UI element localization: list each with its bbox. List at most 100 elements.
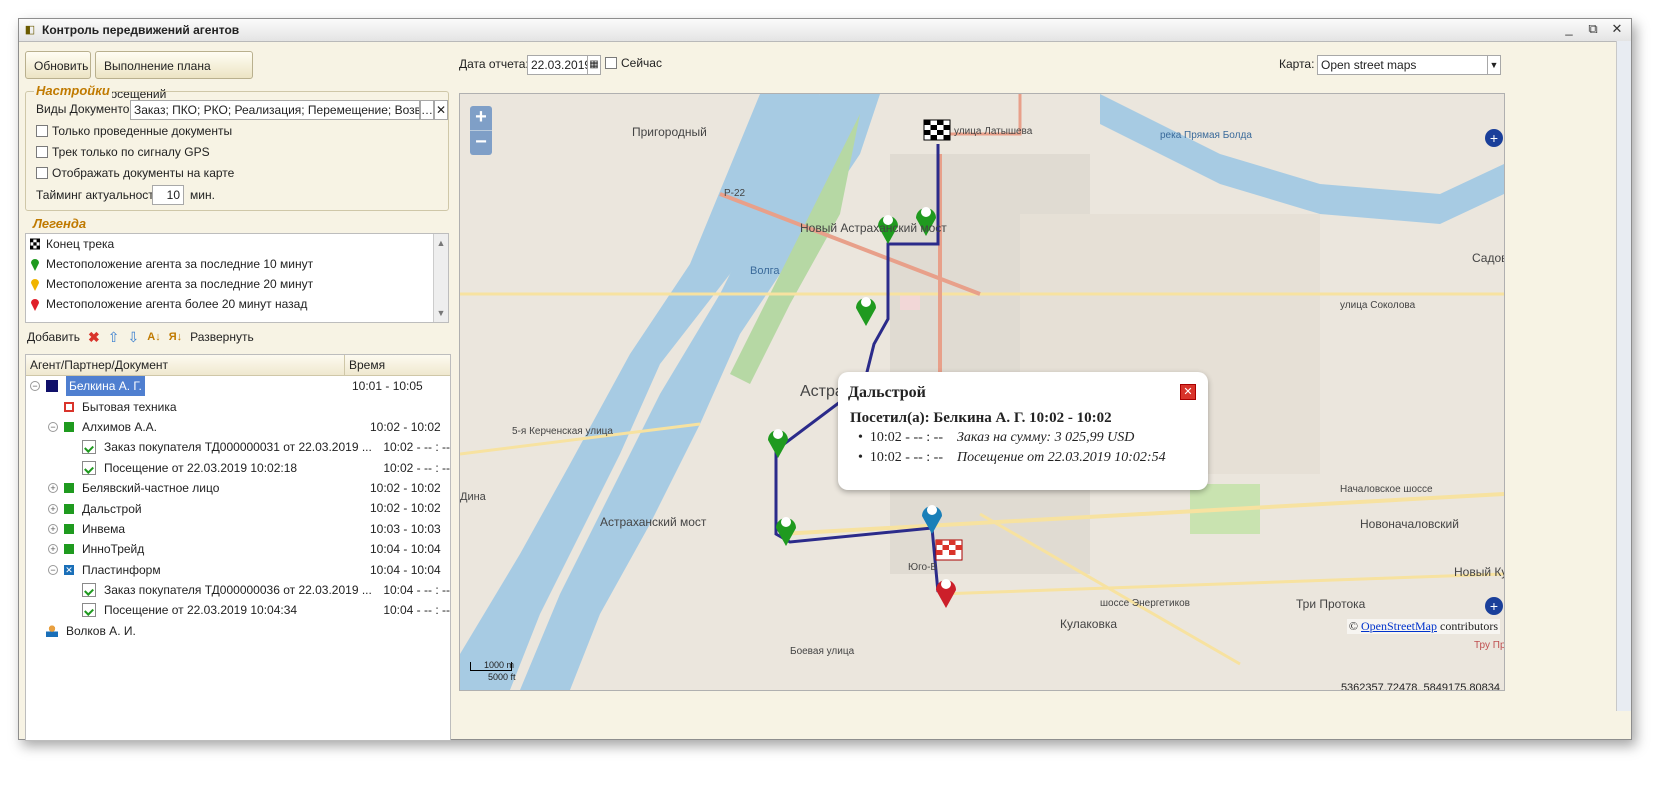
- legend-scrollbar[interactable]: ▲ ▼: [433, 234, 448, 322]
- clear-icon[interactable]: ✕: [434, 100, 448, 120]
- navy-square: [46, 380, 58, 393]
- map-select[interactable]: Open street maps: [1317, 55, 1501, 75]
- report-date-label: Дата отчета:: [459, 57, 529, 71]
- plus-marker-icon[interactable]: +: [1485, 597, 1503, 615]
- move-up-icon[interactable]: ⇧: [108, 329, 120, 346]
- tree-row[interactable]: Посещение от 22.03.2019 10:02:18 10:02 - …: [26, 458, 450, 478]
- settings-title: Настройки: [34, 83, 112, 98]
- map-label: Р-22: [724, 188, 746, 199]
- zoom-in-button[interactable]: +: [470, 106, 492, 130]
- tree-row-time: 10:04 - -- : --: [383, 603, 450, 618]
- chevron-down-icon[interactable]: ▼: [1487, 55, 1501, 75]
- show-docs-checkbox[interactable]: [36, 167, 48, 179]
- tree-row[interactable]: Заказ покупателя ТД000000031 от 22.03.20…: [26, 437, 450, 457]
- column-header-time[interactable]: Время: [345, 355, 449, 375]
- only-posted-checkbox[interactable]: [36, 125, 48, 137]
- plan-button[interactable]: Выполнение плана посещений: [95, 51, 253, 101]
- map-popup: Дальстрой ✕ Посетил(а): Белкина А. Г. 10…: [838, 372, 1208, 490]
- map-label: 5-я Керченская улица: [512, 426, 613, 437]
- map-label: Новоначаловский: [1360, 517, 1459, 531]
- timing-input[interactable]: 10: [152, 185, 184, 205]
- legend-item: Местоположение агента за последние 10 ми…: [26, 254, 448, 274]
- popup-line-time: 10:02 - -- : --: [869, 450, 943, 465]
- tree-row-name: Дальстрой: [82, 501, 142, 516]
- tree-row[interactable]: + ИнноТрейд 10:04 - 10:04: [26, 539, 450, 559]
- tree-row[interactable]: + Белявский-частное лицо 10:02 - 10:02: [26, 478, 450, 498]
- popup-line-time: 10:02 - -- : --: [869, 430, 943, 445]
- expand-button[interactable]: Развернуть: [190, 330, 254, 344]
- popup-line: • 10:02 - -- : -- Заказ на сумму: 3 025,9…: [858, 430, 1135, 445]
- gps-only-checkbox[interactable]: [36, 146, 48, 158]
- tree-row-name: Белявский-частное лицо: [82, 481, 220, 496]
- sort-asc-icon[interactable]: A↓: [147, 331, 160, 343]
- timing-label: Тайминг актуальности: [36, 188, 161, 202]
- zoom-control: + −: [470, 106, 492, 155]
- plus-marker-icon[interactable]: +: [1485, 129, 1503, 147]
- blue-x-square: ✕: [64, 564, 74, 575]
- doc-types-field[interactable]: Заказ; ПКО; РКО; Реализация; Перемещение…: [130, 100, 420, 120]
- collapse-icon[interactable]: −: [48, 564, 58, 575]
- map-label: Карта:: [1279, 57, 1315, 71]
- popup-title: Дальстрой: [848, 384, 926, 401]
- restore-button[interactable]: ⧉: [1585, 21, 1601, 37]
- tree-row[interactable]: + Инвема 10:03 - 10:03: [26, 519, 450, 539]
- tree-row-name: Посещение от 22.03.2019 10:04:34: [104, 603, 298, 618]
- person-icon: [46, 624, 58, 637]
- tree-row[interactable]: Бытовая техника: [26, 396, 450, 416]
- now-checkbox[interactable]: [605, 57, 617, 69]
- tree-row-time: 10:04 - -- : --: [383, 582, 450, 597]
- expand-icon[interactable]: +: [48, 523, 58, 534]
- tree-row[interactable]: − ✕ Пластинформ 10:04 - 10:04: [26, 560, 450, 580]
- calendar-icon[interactable]: ▦: [587, 55, 601, 75]
- zoom-out-button[interactable]: −: [470, 130, 492, 155]
- tree-row-time: 10:02 - -- : --: [383, 460, 450, 475]
- map-label: Три Протока: [1296, 597, 1366, 611]
- yellow-pin-icon: [31, 279, 39, 291]
- sort-desc-icon[interactable]: Я↓: [169, 331, 182, 343]
- delete-icon[interactable]: ✖: [88, 329, 100, 346]
- tree-row-time: 10:02 - 10:02: [370, 480, 441, 495]
- collapse-icon[interactable]: −: [30, 381, 40, 392]
- tree-row[interactable]: Заказ покупателя ТД000000036 от 22.03.20…: [26, 580, 450, 600]
- tree-row-name: ИнноТрейд: [82, 542, 145, 557]
- map-view[interactable]: + + Пригородный Новый Астраханский мост …: [459, 93, 1505, 691]
- tree-row[interactable]: − Белкина А. Г. 10:01 - 10:05: [26, 376, 450, 397]
- tree-row[interactable]: − Алхимов А.А. 10:02 - 10:02: [26, 417, 450, 437]
- column-header-agent[interactable]: Агент/Партнер/Документ: [26, 355, 345, 375]
- legend-item: Местоположение агента за последние 20 ми…: [26, 274, 448, 294]
- document-icon: [82, 440, 96, 455]
- minimize-button[interactable]: _: [1561, 21, 1577, 37]
- expand-icon[interactable]: +: [48, 503, 58, 514]
- tree-row[interactable]: Посещение от 22.03.2019 10:04:34 10:04 - …: [26, 600, 450, 620]
- window-scrollbar[interactable]: [1616, 41, 1631, 711]
- legend-label: Конец трека: [46, 237, 115, 251]
- refresh-button[interactable]: Обновить: [25, 51, 91, 79]
- green-pin-icon: [31, 259, 39, 271]
- tree-row[interactable]: Волков А. И.: [26, 621, 450, 641]
- scale-m: 1000 m: [484, 660, 515, 670]
- tree-row-name: Инвема: [82, 521, 126, 536]
- tree-row-time: 10:01 - 10:05: [352, 379, 423, 393]
- move-down-icon[interactable]: ⇩: [128, 329, 140, 346]
- tree-toolbar: Добавить ✖ ⇧ ⇩ A↓ Я↓ Развернуть: [27, 323, 254, 351]
- popup-line: • 10:02 - -- : -- Посещение от 22.03.2019…: [858, 450, 1166, 465]
- tree-row-time: 10:03 - 10:03: [370, 521, 441, 536]
- checkered-flag-icon: [30, 238, 40, 250]
- tree-row[interactable]: + Дальстрой 10:02 - 10:02: [26, 498, 450, 518]
- tree-row-name: Волков А. И.: [66, 623, 136, 638]
- map-scale: 1000 m 5000 ft: [470, 660, 548, 684]
- legend-item: Местоположение агента более 20 минут наз…: [26, 294, 448, 314]
- doc-types-label: Виды Документов:: [36, 102, 140, 116]
- tree-row-time: 10:02 - 10:02: [370, 419, 441, 434]
- document-icon: [82, 603, 96, 618]
- select-dots-button[interactable]: …: [420, 100, 434, 120]
- expand-icon[interactable]: +: [48, 483, 58, 494]
- red-checkered-flag-icon: [935, 539, 963, 561]
- expand-icon[interactable]: +: [48, 544, 58, 555]
- close-button[interactable]: ✕: [1609, 21, 1625, 37]
- osm-link[interactable]: OpenStreetMap: [1361, 619, 1437, 633]
- green-square: [64, 523, 74, 534]
- popup-close-icon[interactable]: ✕: [1180, 384, 1196, 400]
- add-button[interactable]: Добавить: [27, 330, 80, 344]
- collapse-icon[interactable]: −: [48, 421, 58, 432]
